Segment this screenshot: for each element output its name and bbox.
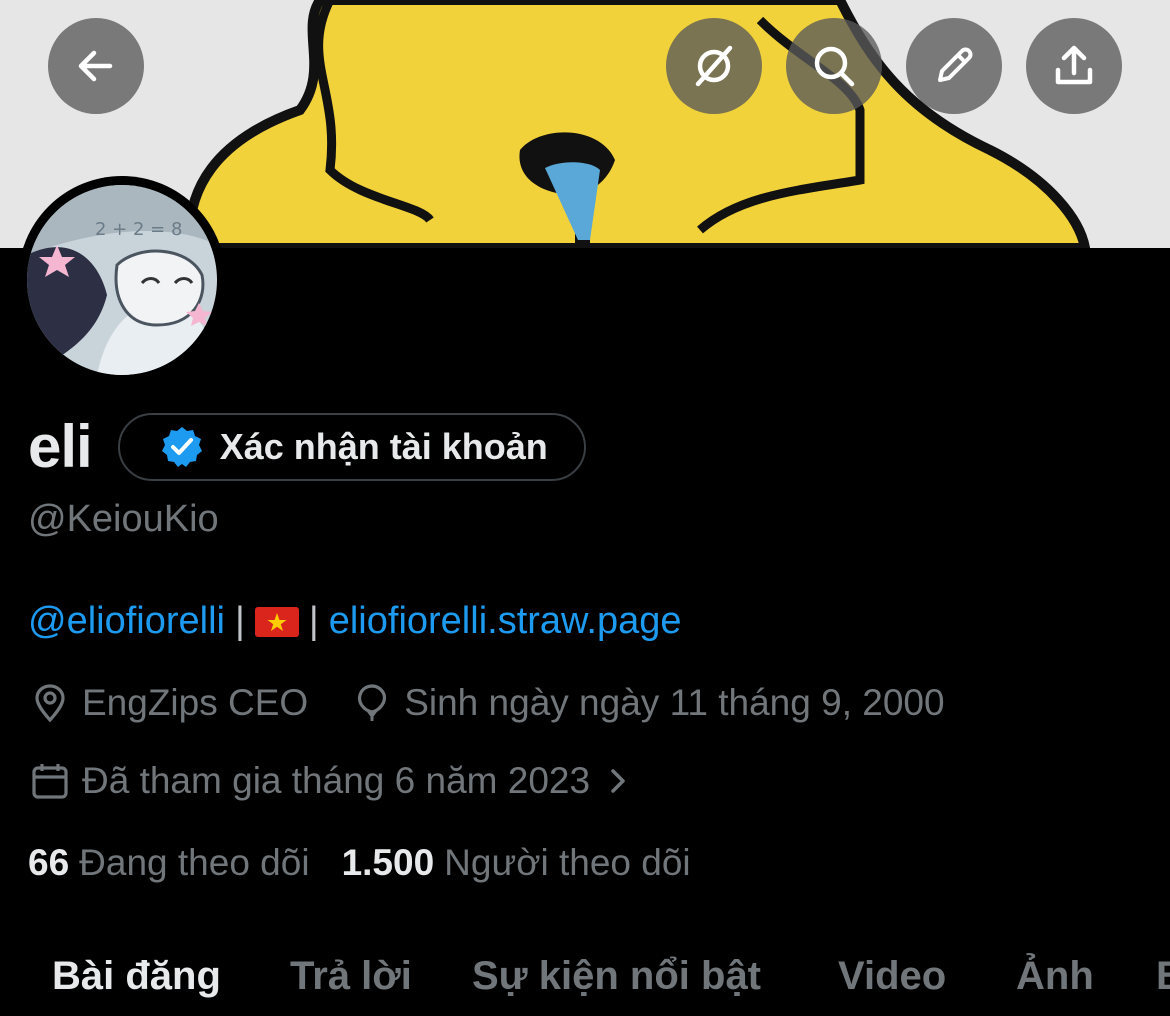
share-button[interactable]	[1026, 18, 1122, 114]
verify-account-label: Xác nhận tài khoản	[219, 426, 548, 467]
back-button[interactable]	[48, 18, 144, 114]
bio-separator-2: |	[308, 600, 319, 642]
joined-text: Đã tham gia tháng 6 năm 2023	[82, 760, 591, 801]
profile-name: eli	[28, 413, 93, 480]
profile-bio: @eliofiorelli | | eliofiorelli.straw.pag…	[28, 600, 681, 643]
followers-stat[interactable]: 1.500 Người theo dõi	[342, 842, 691, 884]
birthday-text: Sinh ngày ngày 11 tháng 9, 2000	[404, 682, 945, 723]
bio-website-link[interactable]: eliofiorelli.straw.page	[329, 600, 682, 643]
balloon-icon	[358, 684, 387, 721]
verified-badge-icon	[161, 427, 202, 467]
following-label: Đang theo dõi	[79, 842, 310, 883]
followers-count: 1.500	[341, 842, 435, 883]
following-stat[interactable]: 66 Đang theo dõi	[28, 842, 310, 884]
profile-handle: @KeiouKio	[28, 498, 219, 540]
profile-birthday: Sinh ngày ngày 11 tháng 9, 2000	[352, 682, 945, 724]
tab-videos[interactable]: Video	[838, 954, 946, 999]
profile-joined[interactable]: Đã tham gia tháng 6 năm 2023	[30, 760, 646, 802]
edit-pencil-icon	[938, 47, 973, 82]
edit-button[interactable]	[906, 18, 1002, 114]
tab-more[interactable]: B	[1156, 954, 1170, 999]
avatar[interactable]: 2 + 2 = 8	[18, 176, 226, 384]
following-count: 66	[28, 842, 70, 883]
followers-label: Người theo dõi	[444, 842, 691, 883]
chevron-right-icon	[611, 769, 625, 793]
grok-icon	[695, 45, 733, 87]
bio-mention-link[interactable]: @eliofiorelli	[28, 600, 225, 643]
profile-location: EngZips CEO	[30, 682, 308, 724]
tab-replies[interactable]: Trả lời	[290, 954, 412, 999]
calendar-icon	[32, 764, 68, 799]
location-text: EngZips CEO	[82, 682, 309, 723]
svg-text:2 + 2 = 8: 2 + 2 = 8	[95, 219, 182, 240]
grok-button[interactable]	[666, 18, 762, 114]
tab-highlights[interactable]: Sự kiện nổi bật	[472, 954, 761, 999]
profile-tabs: Bài đăng Trả lời Sự kiện nổi bật Video Ả…	[0, 948, 1170, 1016]
tab-posts[interactable]: Bài đăng	[52, 954, 221, 999]
vietnam-flag-icon	[254, 606, 299, 637]
verify-account-button[interactable]: Xác nhận tài khoản	[117, 413, 586, 481]
search-icon	[814, 46, 855, 87]
avatar-image: 2 + 2 = 8	[27, 185, 217, 375]
share-icon	[1055, 45, 1093, 85]
tab-photos[interactable]: Ảnh	[1016, 954, 1094, 999]
back-arrow-icon	[78, 50, 113, 82]
search-button[interactable]	[786, 18, 882, 114]
location-pin-icon	[35, 684, 65, 723]
bio-separator: |	[234, 600, 245, 642]
